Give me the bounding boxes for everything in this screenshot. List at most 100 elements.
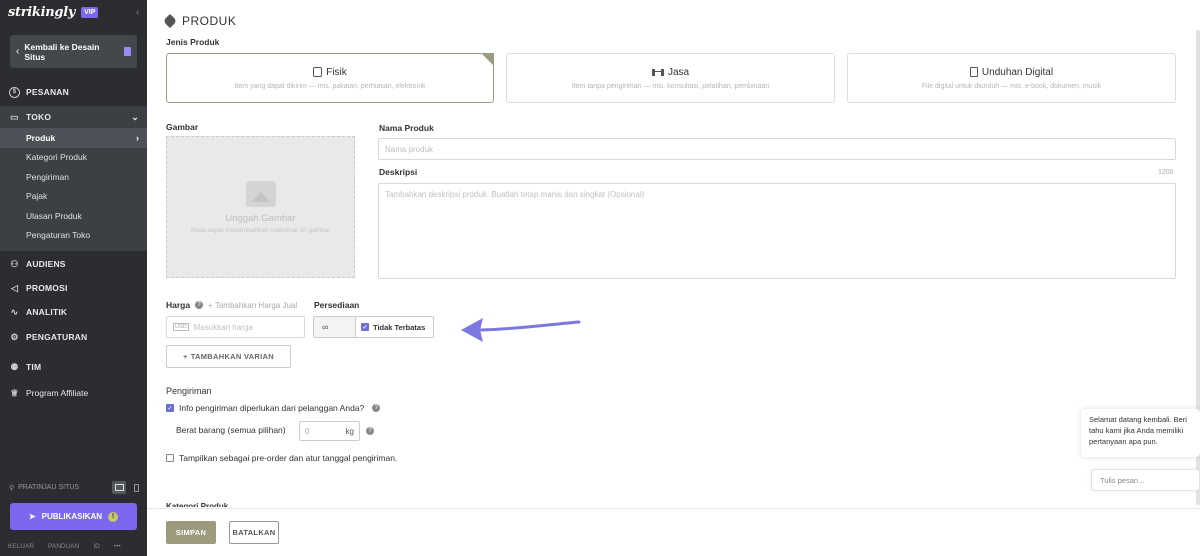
upload-image-label: Unggah Gambar <box>225 212 296 224</box>
price-input[interactable]: USD Masukkan harga <box>166 316 305 338</box>
file-icon <box>969 67 978 77</box>
nav-toko[interactable]: ▭ TOKO ⌄ <box>0 106 147 128</box>
sidebar: strikingly VIP ‹ ‹ Kembali ke Desain Sit… <box>0 0 147 556</box>
notice-badge-icon: ! <box>108 511 119 522</box>
nav-tim[interactable]: ⚉ TIM <box>0 356 147 378</box>
dollar-icon: $ <box>9 86 20 98</box>
nav-pengaturan-label: PENGATURAN <box>26 332 88 342</box>
nav-pesanan[interactable]: $ PESANAN <box>0 81 147 103</box>
preview-label: PRATINJAU SITUS <box>18 484 80 491</box>
upload-hint: Anda dapat menambahkan maksimal 10 gamba… <box>190 226 331 234</box>
add-variant-button[interactable]: + TAMBAHKAN VARIAN <box>166 345 291 368</box>
nav-audiens-label: AUDIENS <box>26 259 66 269</box>
product-name-label: Nama Produk <box>379 123 434 133</box>
publish-button[interactable]: ➤ PUBLIKASIKAN ! <box>10 503 137 530</box>
vip-badge: VIP <box>81 7 99 18</box>
sidebar-item-pengaturan-toko[interactable]: Pengaturan Toko <box>0 226 147 246</box>
add-variant-label: TAMBAHKAN VARIAN <box>190 352 274 361</box>
main-content: PRODUK Jenis Produk Fisik Item yang dapa… <box>147 0 1200 556</box>
image-label: Gambar <box>166 122 199 132</box>
footer-bar: SIMPAN BATALKAN <box>147 508 1200 556</box>
nav-promosi[interactable]: ◁ PROMOSI <box>0 277 147 299</box>
chat-input[interactable]: Tulis pesan... <box>1091 469 1200 491</box>
page-title: PRODUK <box>162 13 236 29</box>
dumbbell-icon <box>651 68 664 76</box>
sidebar-item-ulasan-produk[interactable]: Ulasan Produk <box>0 206 147 226</box>
team-icon: ⚉ <box>10 361 19 372</box>
cancel-button[interactable]: BATALKAN <box>229 521 279 544</box>
sidebar-item-label: Kategori Produk <box>26 152 87 163</box>
sidebar-item-pajak[interactable]: Pajak <box>0 187 147 207</box>
rocket-icon: ➤ <box>28 512 36 521</box>
sidebar-item-kategori-produk[interactable]: Kategori Produk <box>0 148 147 168</box>
mobile-preview-icon[interactable] <box>134 483 139 492</box>
sidebar-item-produk[interactable]: Produk › <box>0 128 147 148</box>
shipping-info-checkbox[interactable]: ✓ <box>166 404 174 412</box>
shipping-label: Pengiriman <box>166 386 212 396</box>
help-icon[interactable]: ? <box>366 427 374 435</box>
nav-pesanan-label: PESANAN <box>26 87 69 97</box>
back-to-design-button[interactable]: ‹ Kembali ke Desain Situs <box>10 35 137 68</box>
shipping-info-row: ✓ Info pengiriman diperlukan dari pelang… <box>166 403 381 413</box>
nav-pengaturan[interactable]: ⚙ PENGATURAN <box>0 326 147 348</box>
publish-label: PUBLIKASIKAN <box>41 512 103 521</box>
document-icon <box>124 47 131 56</box>
weight-label: Berat barang (semua pilihan) <box>176 425 286 435</box>
chevron-left-icon: ‹ <box>16 46 20 57</box>
preorder-row: Tampilkan sebagai pre-order dan atur tan… <box>166 453 397 463</box>
collapse-sidebar-icon[interactable]: ‹ <box>136 7 139 18</box>
currency-badge: USD <box>173 323 189 331</box>
product-category-label: Kategori Produk <box>166 502 229 507</box>
nav-promosi-label: PROMOSI <box>26 283 68 293</box>
help-icon[interactable]: ? <box>195 301 204 309</box>
logout-link[interactable]: KELUAR <box>8 543 34 550</box>
product-type-label: Jenis Produk <box>166 37 220 47</box>
unlimited-stock-checkbox[interactable]: ✓ Tidak Terbatas <box>356 317 425 337</box>
weight-input[interactable]: 0 kg <box>299 421 360 441</box>
more-menu-icon[interactable]: ••• <box>114 543 121 550</box>
desktop-preview-icon[interactable] <box>112 481 126 494</box>
product-type-fisik-title: Fisik <box>326 66 347 78</box>
store-icon: ▭ <box>10 111 19 122</box>
guide-link[interactable]: PANDUAN <box>48 543 79 550</box>
back-to-design-label: Kembali ke Desain Situs <box>24 41 100 62</box>
nav-program-affiliate[interactable]: ♕ Program Affiliate <box>0 382 147 404</box>
sidebar-item-pengiriman[interactable]: Pengiriman <box>0 167 147 187</box>
price-label: Harga <box>166 300 191 310</box>
preorder-checkbox[interactable] <box>166 454 174 462</box>
trophy-icon: ♕ <box>10 387 19 398</box>
save-button[interactable]: SIMPAN <box>166 521 216 544</box>
product-type-title: Fisik <box>313 67 347 78</box>
stock-quantity-input[interactable]: ∞ <box>314 317 356 337</box>
nav-audiens[interactable]: ⚇ AUDIENS <box>0 253 147 275</box>
box-icon <box>313 67 323 77</box>
product-type-digital[interactable]: Unduhan Digital File digital untuk diund… <box>847 53 1176 103</box>
image-icon <box>245 180 276 207</box>
nav-tim-label: TIM <box>26 362 42 372</box>
description-textarea[interactable]: Tambahkan deskripsi produk. Buatlah teta… <box>378 183 1176 279</box>
annotation-arrow <box>461 318 581 342</box>
nav-affiliate-label: Program Affiliate <box>26 388 89 398</box>
logo-row: strikingly VIP <box>8 5 99 20</box>
product-type-fisik[interactable]: Fisik Item yang dapat dikirim — mis. pak… <box>166 53 494 103</box>
preorder-label: Tampilkan sebagai pre-order dan atur tan… <box>179 453 398 463</box>
image-upload-area[interactable]: Unggah Gambar Anda dapat menambahkan mak… <box>166 136 355 278</box>
sidebar-item-label: Pajak <box>26 191 48 202</box>
search-icon: ⚲ <box>9 484 15 492</box>
language-link[interactable]: ID <box>93 543 100 550</box>
product-name-input[interactable]: Nama produk <box>378 138 1176 160</box>
product-type-jasa[interactable]: Jasa Item tanpa pengiriman — mis. konsul… <box>506 53 835 103</box>
sidebar-item-label: Produk <box>26 132 56 143</box>
description-label: Deskripsi <box>379 167 418 177</box>
nav-analitik[interactable]: ∿ ANALITIK <box>0 301 147 323</box>
product-type-desc: Item yang dapat dikirim — mis. pakaian, … <box>234 82 426 90</box>
help-icon[interactable]: ? <box>372 404 381 412</box>
toko-group: ▭ TOKO ⌄ Produk › Kategori Produk Pengir… <box>0 106 147 251</box>
product-type-title: Jasa <box>651 67 689 78</box>
plus-icon: + <box>183 352 188 361</box>
add-sale-price-link[interactable]: + Tambahkan Harga Jual <box>208 301 297 310</box>
sidebar-item-label: Ulasan Produk <box>26 210 82 221</box>
logo[interactable]: strikingly <box>8 5 75 20</box>
stock-field: ∞ ✓ Tidak Terbatas <box>313 316 434 338</box>
gear-icon: ⚙ <box>10 331 19 342</box>
